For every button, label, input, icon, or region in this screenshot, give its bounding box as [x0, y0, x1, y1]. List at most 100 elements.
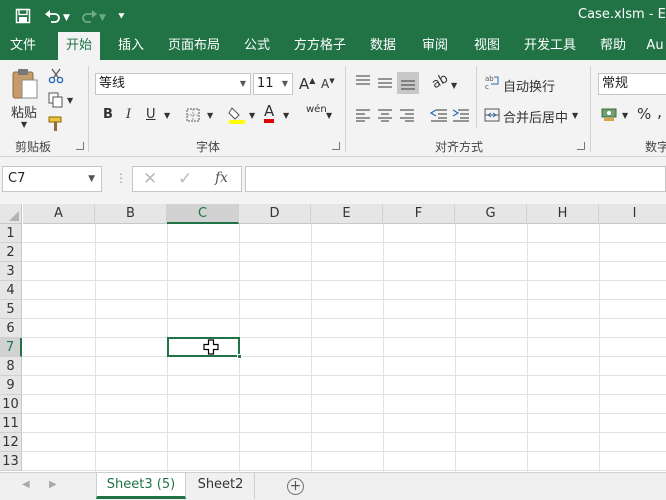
phonetic-icon[interactable]: wén: [306, 104, 327, 115]
increase-font-icon[interactable]: A▲: [299, 75, 315, 93]
tab-formulas[interactable]: 公式: [236, 32, 278, 60]
tab-developer[interactable]: 开发工具: [518, 32, 582, 60]
align-bottom-button[interactable]: [397, 72, 419, 94]
borders-icon[interactable]: [186, 108, 200, 122]
accounting-dropdown-icon[interactable]: ▼: [622, 111, 628, 120]
copy-dropdown-icon[interactable]: ▼: [67, 96, 73, 105]
row-header-2[interactable]: 2: [0, 243, 22, 262]
phonetic-dropdown-icon[interactable]: ▼: [326, 111, 332, 120]
scroll-prev-sheet-icon[interactable]: ◀: [22, 479, 30, 490]
sheet-tab-sheet3-5[interactable]: Sheet3 (5): [96, 473, 186, 499]
enter-icon[interactable]: ✓: [178, 169, 192, 189]
row-header-11[interactable]: 11: [0, 414, 22, 433]
font-size-combo[interactable]: 11 ▼: [253, 73, 293, 95]
orientation-icon[interactable]: ab: [429, 71, 451, 92]
tab-data[interactable]: 数据: [362, 32, 404, 60]
align-center-icon[interactable]: [377, 108, 393, 122]
increase-indent-icon[interactable]: [452, 108, 470, 122]
sheet-tab-sheet2[interactable]: Sheet2: [187, 473, 255, 499]
wrap-text-icon[interactable]: ab c: [484, 74, 500, 90]
orientation-dropdown-icon[interactable]: ▼: [451, 81, 457, 90]
row-header-5[interactable]: 5: [0, 300, 22, 319]
merge-center-icon[interactable]: [484, 108, 500, 122]
column-header-a[interactable]: A: [23, 204, 95, 224]
font-color-icon[interactable]: A: [264, 104, 275, 123]
tab-home[interactable]: 开始: [58, 32, 100, 60]
cut-icon[interactable]: [48, 68, 64, 84]
tab-help[interactable]: 帮助: [592, 32, 634, 60]
comma-style-icon[interactable]: ,: [657, 102, 662, 121]
add-sheet-button[interactable]: +: [287, 478, 304, 495]
column-header-g[interactable]: G: [455, 204, 527, 224]
fill-handle[interactable]: [237, 354, 242, 359]
row-header-6[interactable]: 6: [0, 319, 22, 338]
paste-dropdown-icon[interactable]: ▼: [21, 120, 27, 129]
paste-button-label[interactable]: 粘贴: [11, 102, 37, 121]
underline-button[interactable]: U: [146, 107, 156, 122]
number-format-combo[interactable]: 常规: [598, 73, 666, 95]
row-header-4[interactable]: 4: [0, 281, 22, 300]
borders-dropdown-icon[interactable]: ▼: [207, 111, 213, 120]
tab-ffcell[interactable]: 方方格子: [288, 32, 352, 60]
row-header-3[interactable]: 3: [0, 262, 22, 281]
fill-color-icon[interactable]: [228, 105, 246, 125]
sheet-tab-bar: ◀ ▶ Sheet3 (5) Sheet2 +: [0, 472, 666, 500]
column-header-e[interactable]: E: [311, 204, 383, 224]
tab-view[interactable]: 视图: [466, 32, 508, 60]
tab-insert[interactable]: 插入: [110, 32, 152, 60]
merge-center-button[interactable]: 合并后居中: [503, 107, 568, 126]
percent-button[interactable]: %: [637, 105, 651, 123]
redo-dropdown-icon[interactable]: ▼: [99, 8, 106, 28]
undo-dropdown-icon[interactable]: ▼: [63, 8, 70, 28]
accounting-format-icon[interactable]: [601, 106, 617, 122]
column-header-h[interactable]: H: [527, 204, 599, 224]
redo-icon[interactable]: [80, 7, 98, 25]
column-header-b[interactable]: B: [95, 204, 167, 224]
font-launcher-icon[interactable]: [332, 142, 340, 150]
select-all-button[interactable]: [0, 204, 22, 224]
format-painter-icon[interactable]: [48, 116, 66, 132]
tab-automate[interactable]: Au: [644, 32, 666, 60]
align-right-icon[interactable]: [399, 108, 415, 122]
column-header-i[interactable]: I: [599, 204, 666, 224]
column-header-d[interactable]: D: [239, 204, 311, 224]
worksheet-grid[interactable]: A B C D E F G H I 1 2 3 4 5 6 7 8 9 10 1…: [0, 204, 666, 472]
tab-file[interactable]: 文件: [0, 32, 46, 60]
merge-dropdown-icon[interactable]: ▼: [572, 111, 578, 120]
save-icon[interactable]: [15, 8, 31, 24]
clipboard-launcher-icon[interactable]: [76, 142, 84, 150]
name-box[interactable]: C7 ▼: [2, 166, 102, 192]
row-header-9[interactable]: 9: [0, 376, 22, 395]
row-header-7[interactable]: 7: [0, 338, 22, 357]
bold-button[interactable]: B: [103, 107, 113, 122]
underline-dropdown-icon[interactable]: ▼: [164, 111, 170, 120]
tab-page-layout[interactable]: 页面布局: [162, 32, 226, 60]
column-header-f[interactable]: F: [383, 204, 455, 224]
insert-function-button[interactable]: fx: [215, 170, 228, 186]
font-name-combo[interactable]: 等线 ▼: [95, 73, 251, 95]
fill-color-dropdown-icon[interactable]: ▼: [249, 111, 255, 120]
align-left-icon[interactable]: [355, 108, 371, 122]
row-header-12[interactable]: 12: [0, 433, 22, 452]
scroll-next-sheet-icon[interactable]: ▶: [49, 479, 57, 490]
alignment-launcher-icon[interactable]: [577, 142, 585, 150]
row-header-13[interactable]: 13: [0, 452, 22, 471]
row-header-1[interactable]: 1: [0, 224, 22, 243]
italic-button[interactable]: I: [126, 107, 131, 122]
wrap-text-button[interactable]: 自动换行: [503, 76, 555, 95]
decrease-font-icon[interactable]: A▼: [321, 77, 335, 91]
row-header-10[interactable]: 10: [0, 395, 22, 414]
align-middle-icon[interactable]: [377, 76, 393, 90]
copy-icon[interactable]: [48, 92, 64, 108]
paste-icon[interactable]: [10, 68, 40, 100]
decrease-indent-icon[interactable]: [430, 108, 448, 122]
customize-qat-icon[interactable]: ⯆: [117, 7, 126, 27]
column-header-c[interactable]: C: [167, 204, 239, 224]
align-top-icon[interactable]: [355, 74, 371, 88]
undo-icon[interactable]: [44, 7, 62, 25]
font-color-dropdown-icon[interactable]: ▼: [283, 111, 289, 120]
tab-review[interactable]: 审阅: [414, 32, 456, 60]
cancel-icon[interactable]: ✕: [143, 169, 157, 189]
row-header-8[interactable]: 8: [0, 357, 22, 376]
formula-input[interactable]: [245, 166, 666, 192]
